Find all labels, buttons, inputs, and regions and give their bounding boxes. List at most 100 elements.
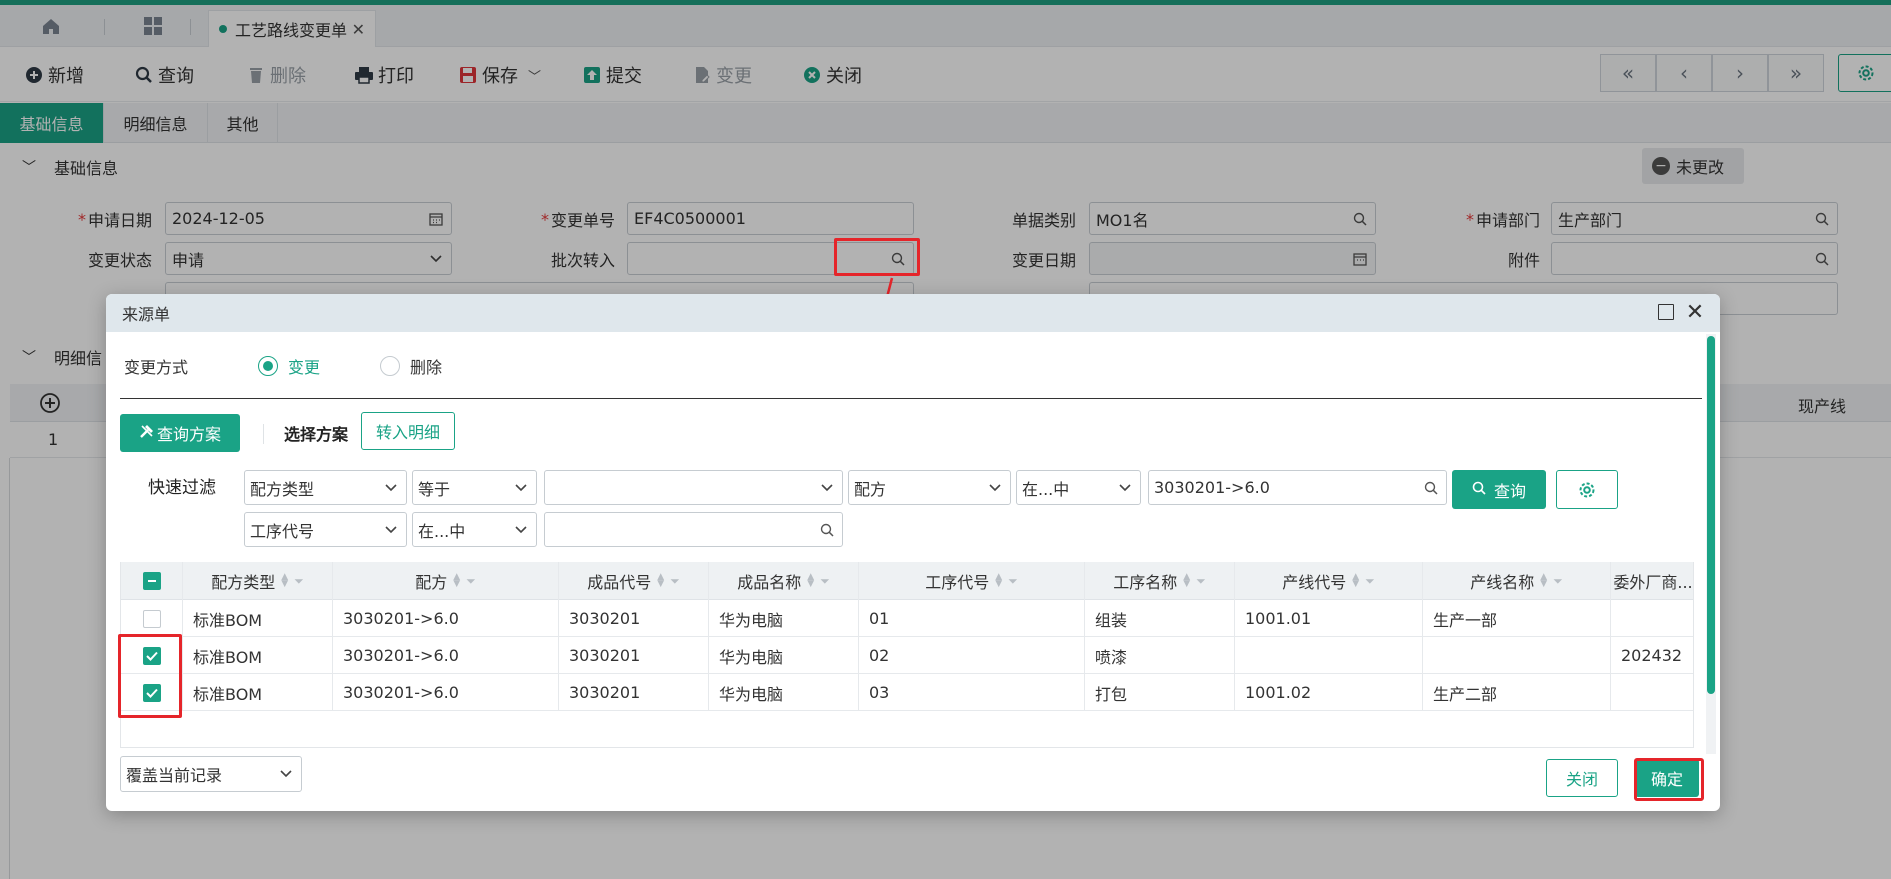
cell: 01 — [859, 600, 1085, 637]
table-row[interactable]: 标准BOM 3030201->6.0 3030201 华为电脑 02 喷漆 20… — [121, 637, 1693, 674]
filter-settings-button[interactable] — [1556, 470, 1618, 509]
cover-mode-value: 覆盖当前记录 — [126, 766, 223, 785]
cell: 生产二部 — [1423, 674, 1611, 711]
dialog-header: 来源单 ✕ — [106, 294, 1720, 332]
table-row[interactable]: 标准BOM 3030201->6.0 3030201 华为电脑 01 组装 10… — [121, 600, 1693, 637]
cell: 3030201 — [559, 637, 709, 674]
cell — [1235, 637, 1423, 674]
cell: 3030201->6.0 — [333, 600, 559, 637]
query-button[interactable]: 查询 — [1452, 470, 1546, 509]
radio-change-label[interactable]: 变更 — [288, 354, 320, 378]
search-icon[interactable] — [820, 513, 834, 546]
cell — [1611, 674, 1693, 711]
search-icon[interactable] — [1424, 471, 1438, 504]
cell: 华为电脑 — [709, 600, 859, 637]
query-scheme-button[interactable]: 查询方案 — [120, 414, 240, 452]
col-header-line-name[interactable]: 产线名称 ▲ ▼ ⏷ — [1423, 562, 1611, 600]
chevron-down-icon — [514, 513, 528, 546]
select-scheme-label: 选择方案 — [284, 425, 349, 444]
tools-icon — [139, 423, 155, 443]
filter-operator2-select[interactable]: 在...中 — [1016, 470, 1141, 505]
chevron-down-icon — [988, 471, 1002, 504]
divider — [120, 398, 1702, 399]
change-mode-label: 变更方式 — [124, 358, 189, 377]
filter-operator-select-2[interactable]: 在...中 — [412, 512, 537, 547]
cell: 华为电脑 — [709, 637, 859, 674]
col-header-product-code[interactable]: 成品代号 ▲ ▼ ⏷ — [559, 562, 709, 600]
divider — [263, 424, 264, 444]
chevron-down-icon — [514, 471, 528, 504]
maximize-icon[interactable] — [1658, 304, 1674, 320]
filter-field-value: 配方类型 — [250, 479, 315, 499]
filter-value2: 3030201->6.0 — [1154, 478, 1270, 497]
cell: 3030201 — [559, 600, 709, 637]
col-header-outsource-vendor[interactable]: 委外厂商... — [1611, 562, 1693, 600]
col-header-recipe[interactable]: 配方 ▲ ▼ ⏷ — [333, 562, 559, 600]
cell: 3030201 — [559, 674, 709, 711]
highlight-box — [834, 238, 920, 276]
cell: 202432 — [1621, 646, 1683, 665]
grid-header: 配方类型 ▲ ▼ ⏷ 配方 ▲ ▼ ⏷ 成品代号 ▲ ▼ ⏷ 成品名称 ▲ ▼ ⏷ 工序代号 ▲ ▼ ⏷ 工序… — [121, 562, 1693, 600]
cell: 标准BOM — [183, 600, 333, 637]
highlight-box — [1634, 758, 1704, 801]
chevron-down-icon — [820, 471, 834, 504]
cell: 华为电脑 — [709, 674, 859, 711]
cell: 02 — [859, 637, 1085, 674]
col-header-process-name[interactable]: 工序名称 ▲ ▼ ⏷ — [1085, 562, 1235, 600]
close-icon[interactable]: ✕ — [1682, 299, 1708, 325]
filter-field-select[interactable]: 配方类型 — [244, 470, 407, 505]
filter-field-select-2[interactable]: 工序代号 — [244, 512, 407, 547]
cell: 标准BOM — [183, 637, 333, 674]
chevron-down-icon — [1118, 471, 1132, 504]
chevron-down-icon — [384, 513, 398, 546]
chevron-down-icon — [384, 471, 398, 504]
cell: 1001.02 — [1235, 674, 1423, 711]
filter-value-select[interactable] — [544, 470, 843, 505]
filter-field2-value: 配方 — [854, 479, 887, 499]
select-all-cell[interactable] — [121, 562, 183, 600]
filter-field-value: 工序代号 — [250, 521, 315, 541]
transfer-detail-button[interactable]: 转入明细 — [361, 412, 455, 450]
quick-filter-label: 快速过滤 — [148, 477, 216, 498]
filter-operator-value: 在...中 — [418, 521, 466, 541]
filter-operator-select[interactable]: 等于 — [412, 470, 537, 505]
cell: 3030201->6.0 — [333, 637, 559, 674]
filter-value-input-2[interactable] — [544, 512, 843, 547]
cover-mode-select[interactable]: 覆盖当前记录 — [120, 756, 302, 792]
dialog-close-button[interactable]: 关闭 — [1546, 759, 1618, 797]
query-button-label: 查询 — [1493, 481, 1526, 501]
cell: 3030201->6.0 — [333, 674, 559, 711]
chevron-down-icon — [279, 757, 293, 791]
select-all-checkbox[interactable] — [142, 572, 161, 590]
cell: 标准BOM — [183, 674, 333, 711]
col-header-line-code[interactable]: 产线代号 ▲ ▼ ⏷ — [1235, 562, 1423, 600]
highlight-box — [118, 634, 182, 718]
table-row[interactable]: 标准BOM 3030201->6.0 3030201 华为电脑 03 打包 10… — [121, 674, 1693, 711]
filter-field2-select[interactable]: 配方 — [848, 470, 1011, 505]
cell: 生产一部 — [1423, 600, 1611, 637]
source-document-dialog: 来源单 ✕ 变更方式 变更 删除 查询方案 选择方案 转入明细 快速过滤 配方类… — [106, 294, 1720, 811]
source-grid: 配方类型 ▲ ▼ ⏷ 配方 ▲ ▼ ⏷ 成品代号 ▲ ▼ ⏷ 成品名称 ▲ ▼ ⏷ 工序代号 ▲ ▼ ⏷ 工序… — [120, 562, 1694, 748]
search-icon — [1472, 480, 1486, 499]
cell — [1611, 600, 1693, 637]
col-header-recipe-type[interactable]: 配方类型 ▲ ▼ ⏷ — [183, 562, 333, 600]
radio-delete-label[interactable]: 删除 — [410, 354, 442, 378]
cell: 喷漆 — [1085, 637, 1235, 674]
filter-operator-value: 等于 — [418, 479, 451, 499]
cell: 1001.01 — [1235, 600, 1423, 637]
dialog-title: 来源单 — [122, 305, 171, 324]
cell — [1423, 637, 1611, 674]
cell: 组装 — [1085, 600, 1235, 637]
radio-delete[interactable] — [380, 356, 401, 376]
row-checkbox[interactable] — [142, 609, 161, 628]
filter-value2-input[interactable]: 3030201->6.0 — [1148, 470, 1447, 505]
gear-icon — [1579, 482, 1595, 497]
cell: 打包 — [1085, 674, 1235, 711]
col-header-product-name[interactable]: 成品名称 ▲ ▼ ⏷ — [709, 562, 859, 600]
radio-change[interactable] — [258, 356, 278, 376]
cell: 03 — [859, 674, 1085, 711]
scrollbar-thumb[interactable] — [1707, 336, 1715, 694]
dialog-scrollbar[interactable] — [1706, 334, 1716, 754]
col-header-process-code[interactable]: 工序代号 ▲ ▼ ⏷ — [859, 562, 1085, 600]
filter-operator2-value: 在...中 — [1022, 479, 1070, 499]
